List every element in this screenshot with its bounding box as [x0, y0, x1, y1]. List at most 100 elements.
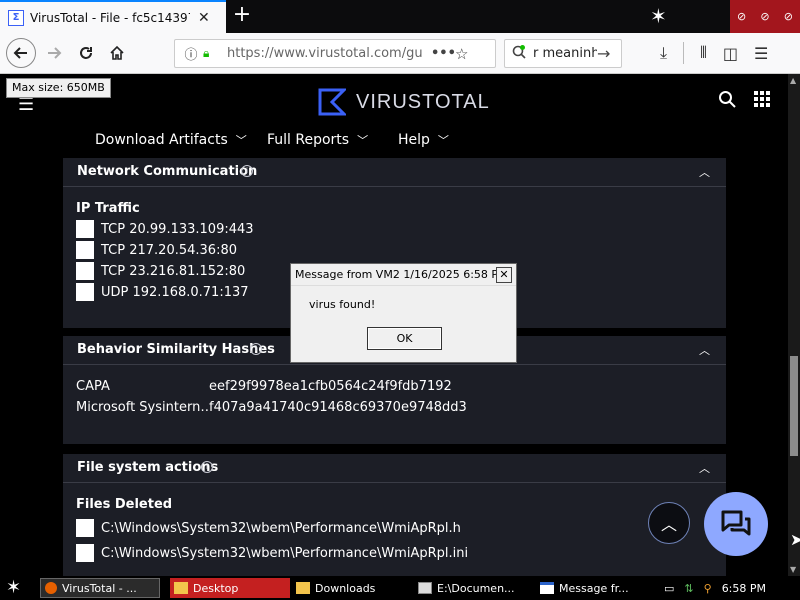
vt-header: ☰ VIRUSTOTAL Download Artifacts ﹀ Full Re…: [0, 74, 800, 160]
forward-button[interactable]: [40, 39, 68, 67]
taskbar-item-virustotal[interactable]: VirusTotal - ...: [40, 578, 160, 598]
file-deleted-item[interactable]: C:\Windows\System32\wbem\Performance\Wmi…: [76, 519, 461, 537]
hash-source: Microsoft Sysintern…: [76, 400, 209, 415]
dialog-message: virus found!: [309, 298, 376, 311]
file-path-text: C:\Windows\System32\wbem\Performance\Wmi…: [101, 520, 461, 536]
browser-tab-bar: Σ VirusTotal - File - fc5c14397987e5 ✕ +…: [0, 0, 800, 33]
ip-traffic-item[interactable]: TCP 217.20.54.36:80: [76, 241, 237, 259]
scroll-to-top-button[interactable]: ︿: [648, 502, 690, 544]
item-checkbox[interactable]: [76, 544, 94, 562]
collapse-caret-icon[interactable]: ︿: [699, 460, 710, 476]
browser-tab[interactable]: Σ VirusTotal - File - fc5c14397987e5 ✕: [0, 0, 226, 33]
reload-button[interactable]: [72, 39, 100, 67]
file-system-card: File system actions i ︿ Files Deleted C:…: [63, 454, 726, 576]
new-tab-button[interactable]: +: [232, 4, 252, 28]
menu-full-reports[interactable]: Full Reports ﹀: [267, 132, 368, 148]
site-info-icon[interactable]: ⓘ: [181, 44, 201, 63]
taskbar: ✶ VirusTotal - ... Desktop Downloads E:\…: [0, 576, 800, 600]
taskbar-item-explorer[interactable]: E:\Documen...: [418, 578, 534, 598]
window-minimize-icon[interactable]: ⊘: [737, 10, 746, 23]
taskbar-item-label: VirusTotal - ...: [62, 581, 137, 595]
ip-traffic-text: UDP 192.168.0.71:137: [101, 284, 249, 300]
search-tray-icon[interactable]: ⚲: [704, 582, 712, 595]
sidebar-icon[interactable]: ◫: [723, 44, 738, 63]
window-close-icon[interactable]: ⊘: [784, 10, 793, 23]
chat-button[interactable]: [704, 492, 768, 556]
network-icon[interactable]: ⇅: [684, 582, 693, 595]
page-scrollbar[interactable]: ▲ ▼: [788, 74, 800, 576]
ip-traffic-item[interactable]: TCP 23.216.81.152:80: [76, 262, 245, 280]
taskbar-item-message[interactable]: Message fr...: [540, 578, 652, 598]
item-checkbox[interactable]: [76, 262, 94, 280]
scroll-down-icon[interactable]: ▼: [790, 565, 796, 574]
library-icon[interactable]: ⫴: [700, 43, 707, 63]
virustotal-favicon-icon: Σ: [8, 9, 24, 26]
pinned-star-icon[interactable]: ✶: [650, 4, 667, 28]
vt-logo-text: VIRUSTOTAL: [356, 90, 490, 113]
home-icon: [110, 45, 124, 60]
scrollbar-thumb[interactable]: [790, 356, 798, 456]
menu-label: Download Artifacts: [95, 132, 228, 148]
taskbar-item-label: E:\Documen...: [437, 581, 515, 595]
item-checkbox[interactable]: [76, 241, 94, 259]
file-deleted-item[interactable]: C:\Windows\System32\wbem\Performance\Wmi…: [76, 544, 468, 562]
item-checkbox[interactable]: [76, 283, 94, 301]
lock-icon[interactable]: 🔒︎: [203, 46, 219, 61]
home-button[interactable]: [103, 39, 131, 67]
search-engine-icon[interactable]: [511, 44, 533, 64]
keyboard-icon[interactable]: ▭: [664, 582, 674, 595]
collapse-caret-icon[interactable]: ︿: [699, 164, 710, 180]
tooltip: Max size: 650MB: [6, 78, 111, 98]
search-icon[interactable]: [718, 90, 736, 113]
url-text[interactable]: https://www.virustotal.com/gu: [227, 46, 431, 61]
start-button-icon[interactable]: ✶: [6, 577, 21, 598]
search-go-icon[interactable]: →: [597, 44, 617, 63]
taskbar-item-downloads[interactable]: Downloads: [296, 578, 406, 598]
ip-traffic-item[interactable]: UDP 192.168.0.71:137: [76, 283, 249, 301]
collapse-caret-icon[interactable]: ︿: [699, 342, 710, 358]
files-deleted-heading: Files Deleted: [76, 497, 173, 512]
ip-traffic-text: TCP 20.99.133.109:443: [101, 221, 254, 237]
forward-arrow-icon: [48, 47, 62, 59]
hash-value[interactable]: f407a9a41740c91468c69370e9748dd3: [209, 400, 467, 418]
hash-row: Microsoft Sysintern… f407a9a41740c91468c…: [76, 400, 467, 418]
card-divider: [63, 482, 726, 483]
menu-icon[interactable]: ☰: [754, 44, 768, 63]
bookmark-star-icon[interactable]: ☆: [455, 45, 475, 63]
reload-icon: [80, 47, 92, 59]
window-controls[interactable]: ⊘ ⊘ ⊘: [730, 0, 800, 33]
clock[interactable]: 6:58 PM: [722, 582, 766, 595]
page-actions-icon[interactable]: •••: [431, 46, 456, 61]
search-input[interactable]: r meaninh: [533, 46, 597, 61]
apps-grid-icon[interactable]: [753, 90, 771, 112]
window-maximize-icon[interactable]: ⊘: [760, 10, 769, 23]
info-icon[interactable]: i: [250, 343, 262, 355]
menu-label: Help: [398, 132, 430, 148]
ip-traffic-item[interactable]: TCP 20.99.133.109:443: [76, 220, 254, 238]
info-icon[interactable]: i: [241, 165, 253, 177]
message-window-icon: [540, 582, 554, 594]
info-icon[interactable]: i: [201, 461, 213, 473]
network-card-header[interactable]: Network Communication i ︿: [63, 158, 726, 186]
tab-title: VirusTotal - File - fc5c14397987e5: [30, 10, 190, 25]
menu-download-artifacts[interactable]: Download Artifacts ﹀: [95, 132, 247, 148]
taskbar-item-label: Message fr...: [559, 581, 629, 595]
card-divider: [63, 364, 726, 365]
scroll-up-icon[interactable]: ▲: [790, 76, 796, 85]
url-bar[interactable]: ⓘ 🔒︎ https://www.virustotal.com/gu ••• ☆: [174, 39, 496, 68]
back-button[interactable]: [6, 38, 36, 68]
dialog-close-button[interactable]: ✕: [496, 267, 512, 283]
item-checkbox[interactable]: [76, 519, 94, 537]
taskbar-item-label: Desktop: [193, 581, 239, 595]
filesystem-card-header[interactable]: File system actions i ︿: [63, 454, 726, 482]
search-bar[interactable]: r meaninh →: [504, 39, 622, 68]
hash-value[interactable]: eef29f9978ea1cfb0564c24f9fdb7192: [209, 379, 452, 397]
vt-logo[interactable]: VIRUSTOTAL: [318, 88, 490, 116]
ok-button[interactable]: OK: [367, 327, 442, 350]
back-arrow-icon: [13, 47, 27, 59]
item-checkbox[interactable]: [76, 220, 94, 238]
tab-close-icon[interactable]: ✕: [198, 10, 210, 26]
downloads-icon[interactable]: ⤓: [660, 43, 667, 63]
menu-help[interactable]: Help ﹀: [398, 132, 449, 148]
taskbar-item-desktop[interactable]: Desktop: [170, 578, 290, 598]
